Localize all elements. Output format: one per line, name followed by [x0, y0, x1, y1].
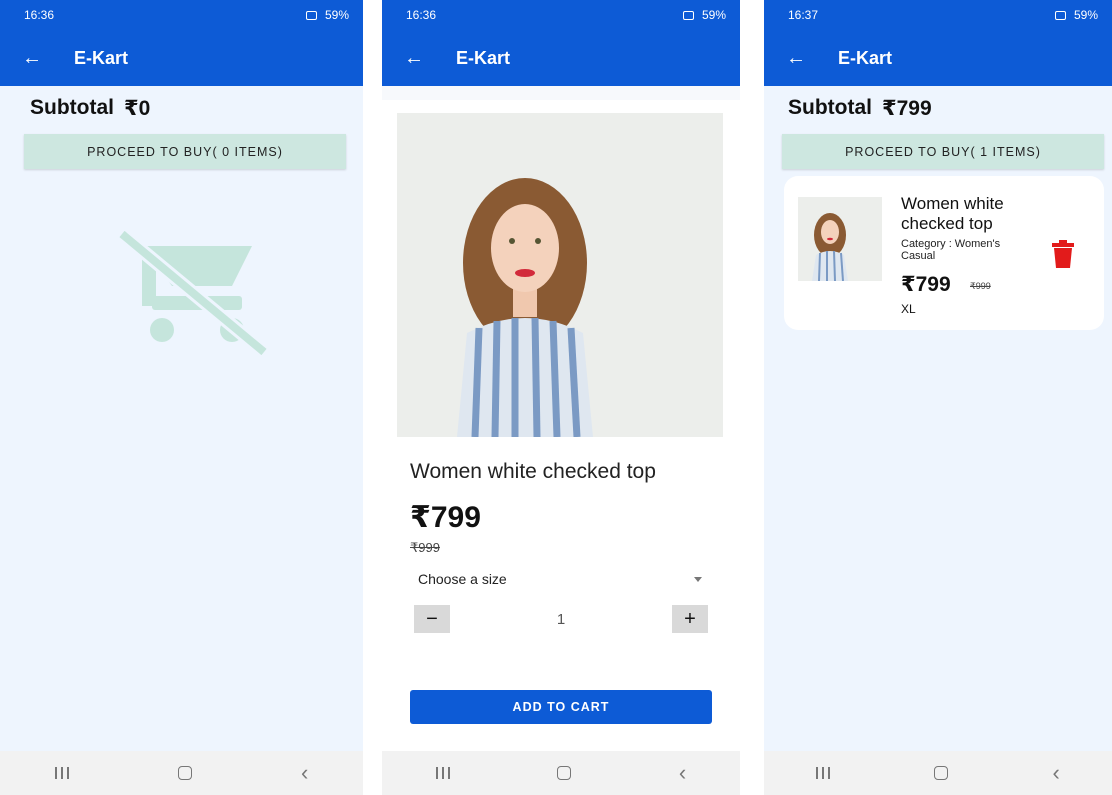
recent-apps-icon[interactable]: [816, 767, 831, 779]
status-battery: 59%: [1073, 8, 1098, 22]
decrease-quantity-button[interactable]: −: [414, 605, 450, 633]
cart-item-size: XL: [901, 302, 916, 316]
trash-icon[interactable]: [1052, 240, 1074, 268]
app-title: E-Kart: [74, 47, 129, 68]
subtotal: Subtotal ₹799: [788, 96, 932, 121]
recent-apps-icon[interactable]: [435, 767, 450, 779]
content-divider: [382, 86, 740, 100]
back-arrow-icon[interactable]: ←: [22, 47, 62, 70]
alarm-icon: [1054, 10, 1066, 20]
status-battery: 59%: [701, 8, 726, 22]
subtotal-label: Subtotal: [788, 96, 872, 119]
back-icon[interactable]: ‹: [1053, 760, 1060, 786]
cart-item-title: Women white checked top: [901, 194, 1004, 233]
system-nav-bar: ‹: [382, 751, 740, 795]
cart-item-price: ₹799: [901, 273, 951, 296]
status-battery: 59%: [324, 8, 349, 22]
subtotal-value: ₹799: [882, 97, 932, 120]
add-to-cart-button[interactable]: ADD TO CART: [410, 690, 712, 724]
system-nav-bar: ‹: [0, 751, 363, 795]
app-title: E-Kart: [456, 47, 511, 68]
cart-item-thumbnail: [798, 197, 882, 281]
status-time: 16:36: [406, 8, 437, 22]
status-time: 16:36: [24, 8, 55, 22]
quantity-value: 1: [556, 610, 566, 628]
product-image: [397, 113, 723, 437]
cart-item-category: Category : Women's Casual: [901, 238, 1001, 262]
alarm-icon: [305, 10, 317, 20]
app-title: E-Kart: [838, 47, 893, 68]
app-bar: ← E-Kart: [764, 30, 1112, 86]
status-time: 16:37: [788, 8, 819, 22]
subtotal-label: Subtotal: [30, 96, 114, 119]
home-icon[interactable]: [934, 766, 949, 780]
back-arrow-icon[interactable]: ←: [404, 47, 444, 70]
size-select[interactable]: Choose a size: [410, 566, 710, 592]
cart-item-old-price: ₹999: [970, 281, 991, 291]
app-bar: ← E-Kart: [382, 30, 740, 86]
product-price: ₹799: [410, 501, 481, 534]
status-bar: 16:36 59%: [382, 0, 740, 30]
back-arrow-icon[interactable]: ←: [786, 47, 826, 70]
back-icon[interactable]: ‹: [301, 760, 308, 786]
status-bar: 16:37 59%: [764, 0, 1112, 30]
recent-apps-icon[interactable]: [54, 767, 69, 779]
screen-product-detail: 16:36 59% ← E-Kart Women white checked t…: [382, 0, 740, 795]
screen-empty-cart: 16:36 59% ← E-Kart Subtotal ₹0 PROCEED T…: [0, 0, 363, 795]
product-title: Women white checked top: [410, 460, 656, 483]
home-icon[interactable]: [557, 766, 572, 780]
subtotal-value: ₹0: [124, 97, 151, 120]
quantity-stepper: − 1 +: [414, 604, 708, 634]
system-nav-bar: ‹: [764, 751, 1112, 795]
increase-quantity-button[interactable]: +: [672, 605, 708, 633]
screen-cart-with-item: 16:37 59% ← E-Kart Subtotal ₹799 PROCEED…: [764, 0, 1112, 795]
home-icon[interactable]: [177, 766, 192, 780]
cart-item-card[interactable]: Women white checked top Category : Women…: [784, 176, 1104, 330]
proceed-to-buy-button[interactable]: PROCEED TO BUY( 0 ITEMS): [24, 134, 346, 169]
size-select-placeholder: Choose a size: [418, 571, 507, 587]
remove-shopping-cart-icon: [117, 228, 269, 358]
product-old-price: ₹999: [410, 540, 440, 555]
subtotal: Subtotal ₹0: [30, 96, 150, 121]
back-icon[interactable]: ‹: [679, 760, 686, 786]
status-bar: 16:36 59%: [0, 0, 363, 30]
proceed-to-buy-button[interactable]: PROCEED TO BUY( 1 ITEMS): [782, 134, 1104, 169]
app-bar: ← E-Kart: [0, 30, 363, 86]
alarm-icon: [682, 10, 694, 20]
dropdown-caret-icon: [694, 576, 702, 582]
